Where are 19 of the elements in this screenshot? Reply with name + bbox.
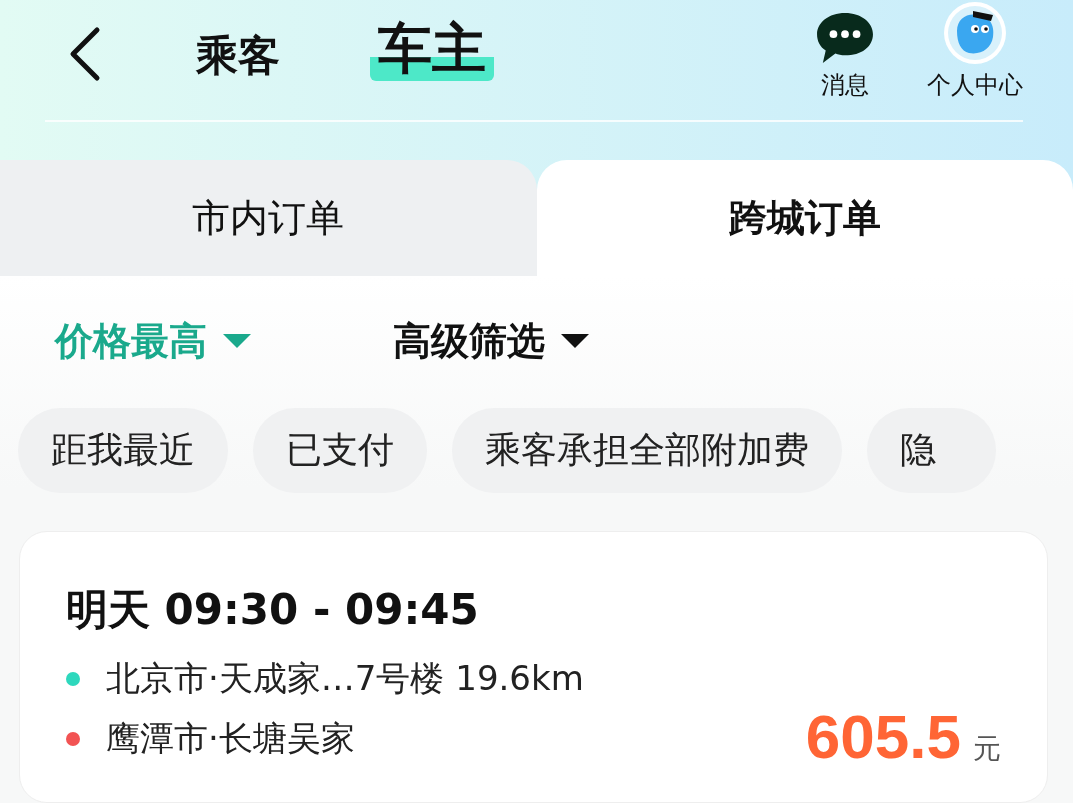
avatar-icon[interactable] [943, 1, 1007, 65]
stop-address: 北京市·天成家…7号楼 19.6km [106, 657, 584, 700]
filter-chip[interactable]: 距我最近 [18, 408, 228, 493]
action-label[interactable]: 消息 [821, 69, 869, 101]
price-amount: 605.5 [805, 701, 961, 772]
stop-address: 鹰潭市·长塘吴家 [106, 717, 355, 760]
filter-chip[interactable]: 已支付 [253, 408, 427, 493]
filter-chip[interactable]: 乘客承担全部附加费 [452, 408, 842, 493]
role-tab[interactable]: 乘客 [196, 31, 280, 82]
order-time: 明天 09:30 - 09:45 [66, 584, 480, 636]
caret-icon[interactable] [559, 332, 591, 350]
action-label[interactable]: 个人中心 [927, 69, 1023, 101]
price-unit: 元 [973, 731, 1001, 767]
chat-bubble-icon[interactable] [815, 11, 875, 65]
sort-dropdown[interactable]: 高级筛选 [393, 315, 591, 367]
order-tab[interactable]: 跨城订单 [536, 160, 1073, 276]
order-tab[interactable]: 市内订单 [0, 160, 537, 276]
order-card[interactable]: 明天 09:30 - 09:45 北京市·天成家…7号楼 19.6km 鹰潭市·长塘吴家 605.5 元 [19, 531, 1048, 803]
filter-chip[interactable]: 隐 [867, 408, 996, 493]
